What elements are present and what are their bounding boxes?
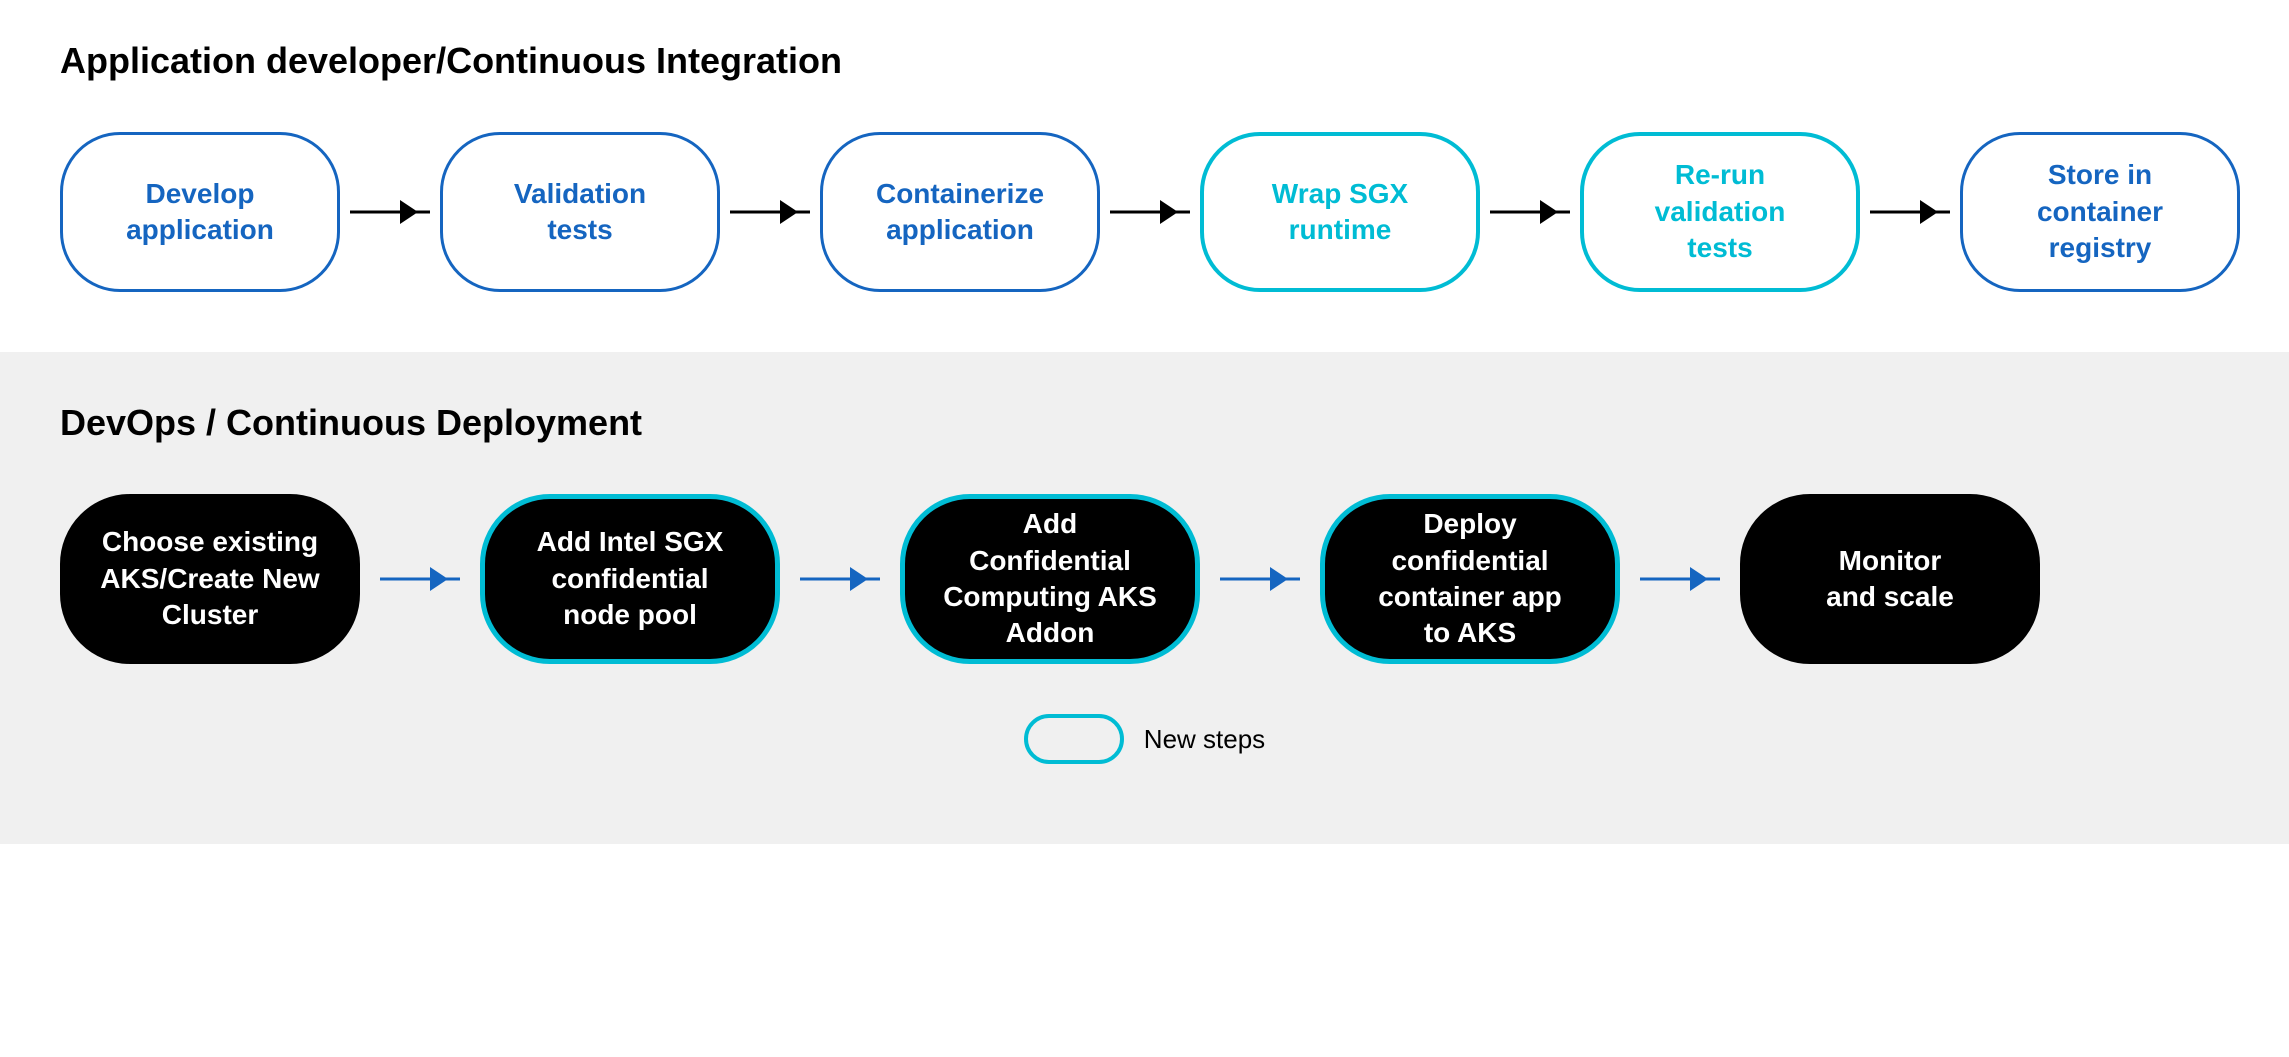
top-section-title: Application developer/Continuous Integra… (60, 40, 2229, 82)
node-monitor-and-scale: Monitorand scale (1740, 494, 2040, 664)
top-section: Application developer/Continuous Integra… (0, 0, 2289, 352)
node-deploy-confidential-container: Deployconfidentialcontainer appto AKS (1320, 494, 1620, 664)
node-choose-aks: Choose existingAKS/Create NewCluster (60, 494, 360, 664)
top-flow: Developapplication Validationtests Conta… (60, 132, 2229, 292)
arrow-1 (350, 197, 430, 227)
node-add-confidential-computing: AddConfidentialComputing AKSAddon (900, 494, 1200, 664)
legend-label: New steps (1144, 724, 1265, 755)
bottom-section: DevOps / Continuous Deployment Choose ex… (0, 352, 2289, 844)
legend: New steps (60, 714, 2229, 764)
bottom-flow: Choose existingAKS/Create NewCluster Add… (60, 494, 2229, 664)
node-add-intel-sgx: Add Intel SGXconfidentialnode pool (480, 494, 780, 664)
bottom-section-title: DevOps / Continuous Deployment (60, 402, 2229, 444)
node-develop-application: Developapplication (60, 132, 340, 292)
arrow-5 (1870, 197, 1950, 227)
legend-shape-new-steps (1024, 714, 1124, 764)
arrow-bottom-3 (1220, 564, 1300, 594)
node-rerun-validation-tests: Re-runvalidationtests (1580, 132, 1860, 292)
node-wrap-sgx-runtime: Wrap SGXruntime (1200, 132, 1480, 292)
arrow-4 (1490, 197, 1570, 227)
arrow-bottom-2 (800, 564, 880, 594)
arrow-3 (1110, 197, 1190, 227)
node-store-container-registry: Store incontainerregistry (1960, 132, 2240, 292)
arrow-bottom-4 (1640, 564, 1720, 594)
arrow-bottom-1 (380, 564, 460, 594)
node-containerize-application: Containerizeapplication (820, 132, 1100, 292)
arrow-2 (730, 197, 810, 227)
node-validation-tests: Validationtests (440, 132, 720, 292)
